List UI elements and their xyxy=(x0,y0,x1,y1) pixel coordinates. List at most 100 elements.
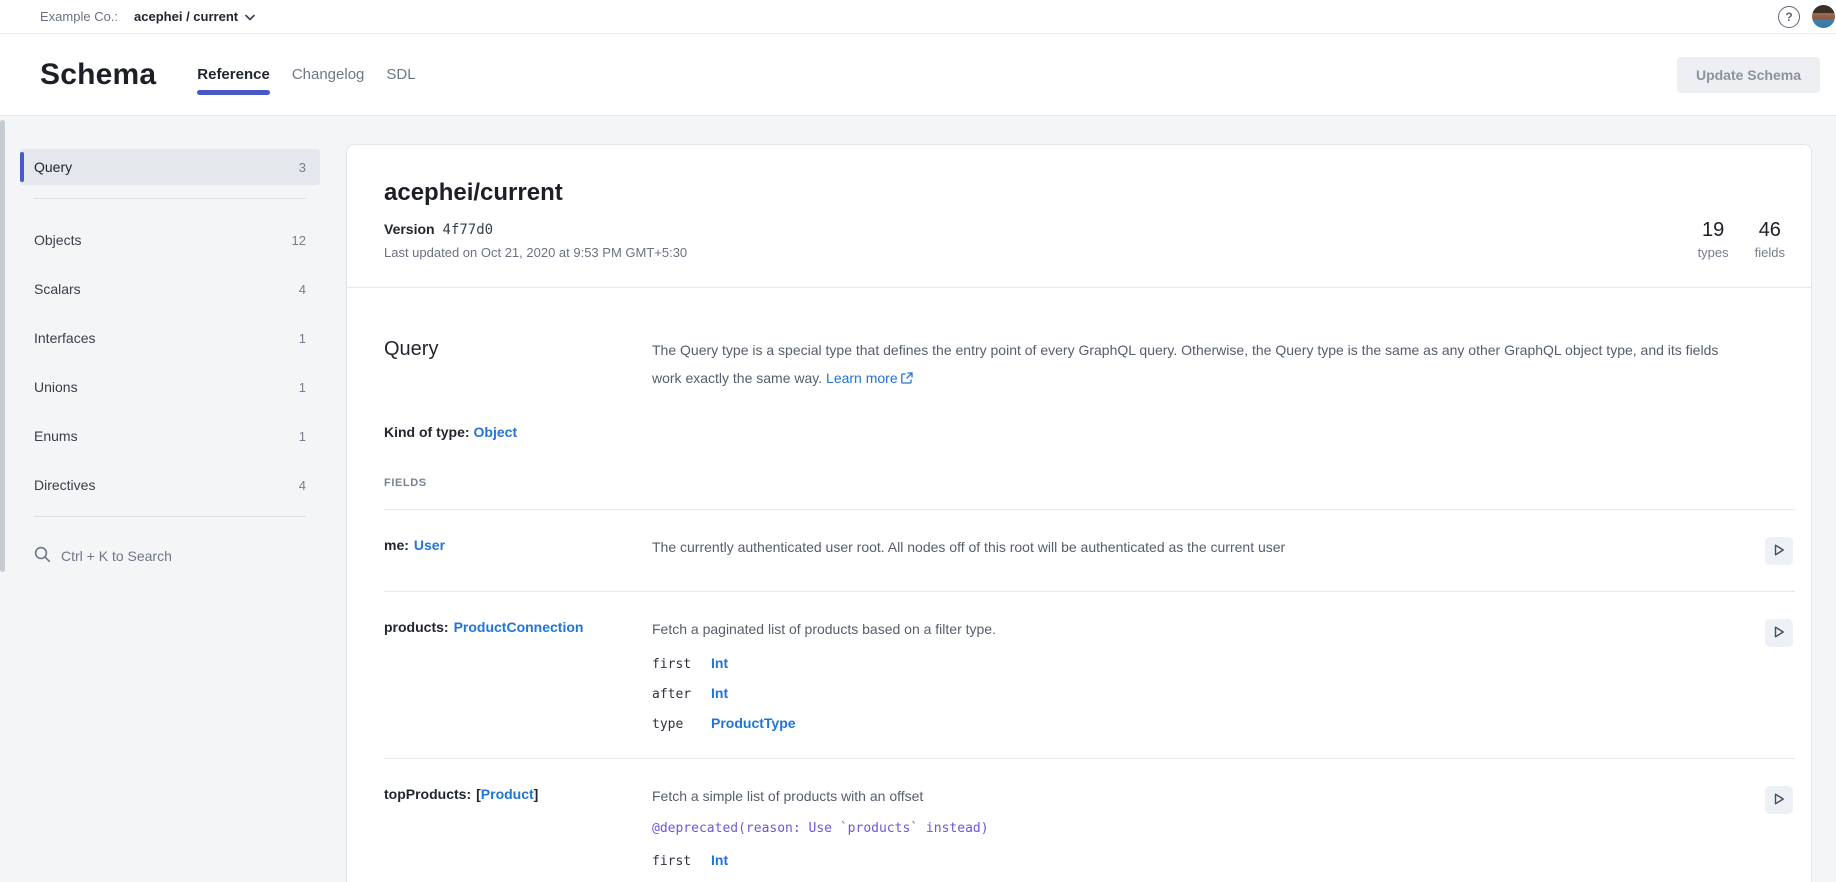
learn-more-link[interactable]: Learn more xyxy=(826,370,913,386)
field-row-products: products: ProductConnection Fetch a pagin… xyxy=(384,592,1795,759)
sidebar-item-unions[interactable]: Unions 1 xyxy=(20,369,320,405)
stat-types-value: 19 xyxy=(1698,219,1729,242)
field-description: The currently authenticated user root. A… xyxy=(652,537,1747,557)
play-icon xyxy=(1772,792,1786,809)
tab-changelog[interactable]: Changelog xyxy=(281,60,376,95)
schema-stats: 19 types 46 fields xyxy=(1698,219,1785,260)
sidebar-item-label: Directives xyxy=(34,477,95,493)
user-avatar[interactable] xyxy=(1812,5,1835,28)
page-title: Schema xyxy=(40,58,156,92)
search-hint: Ctrl + K to Search xyxy=(61,548,172,564)
arg-name: first xyxy=(652,854,711,869)
kind-value-link[interactable]: Object xyxy=(474,424,518,440)
field-description: Fetch a paginated list of products based… xyxy=(652,619,1747,639)
sidebar-item-objects[interactable]: Objects 12 xyxy=(20,222,320,258)
arg-row: type ProductType xyxy=(652,715,1747,732)
org-label: Example Co.: xyxy=(40,9,118,24)
arg-name: first xyxy=(652,657,711,672)
run-in-explorer-button[interactable] xyxy=(1765,537,1793,565)
sidebar-item-interfaces[interactable]: Interfaces 1 xyxy=(20,320,320,356)
field-name: products: xyxy=(384,619,449,635)
kind-of-type: Kind of type:Object xyxy=(384,424,1795,440)
sidebar-item-count: 3 xyxy=(299,160,306,175)
graph-summary: acephei/current Version 4f77d0 Last upda… xyxy=(347,145,1811,288)
field-type-link[interactable]: User xyxy=(414,537,445,553)
field-name: topProducts: xyxy=(384,786,471,802)
run-in-explorer-button[interactable] xyxy=(1765,619,1793,647)
schema-sidebar: Query 3 Objects 12 Scalars 4 Interfaces … xyxy=(20,116,320,881)
sidebar-item-count: 12 xyxy=(292,233,306,248)
chevron-down-icon xyxy=(245,9,255,24)
tab-sdl-label: SDL xyxy=(386,66,415,83)
arg-type-link[interactable]: Int xyxy=(711,852,728,868)
type-section-query: Query The Query type is a special type t… xyxy=(347,288,1811,882)
page-header: Schema Reference Changelog SDL Update Sc… xyxy=(0,34,1836,116)
sidebar-item-directives[interactable]: Directives 4 xyxy=(20,467,320,503)
field-type-link[interactable]: ProductConnection xyxy=(454,619,584,635)
run-in-explorer-button[interactable] xyxy=(1765,786,1793,814)
arg-row: after Int xyxy=(652,685,1747,702)
sidebar-item-count: 1 xyxy=(299,331,306,346)
arg-type-link[interactable]: Int xyxy=(711,685,728,701)
sidebar-item-count: 4 xyxy=(299,282,306,297)
sidebar-item-label: Unions xyxy=(34,379,78,395)
sidebar-item-query[interactable]: Query 3 xyxy=(20,149,320,185)
graph-selector-label: acephei / current xyxy=(134,9,238,24)
stat-types: 19 types xyxy=(1698,219,1729,260)
update-schema-button[interactable]: Update Schema xyxy=(1677,57,1820,93)
field-args: first Int after Int type ProductType xyxy=(652,655,1747,732)
play-icon xyxy=(1772,625,1786,642)
arg-row: first Int xyxy=(652,655,1747,672)
field-args: first Int xyxy=(652,852,1747,869)
type-name: Query xyxy=(384,338,652,393)
type-description-text: The Query type is a special type that de… xyxy=(652,342,1718,386)
version-label: Version xyxy=(384,221,435,237)
sidebar-divider xyxy=(34,516,306,517)
search-trigger[interactable]: Ctrl + K to Search xyxy=(20,540,320,572)
graph-selector-dropdown[interactable]: acephei / current xyxy=(134,9,255,24)
field-row-topproducts: topProducts:[Product] Fetch a simple lis… xyxy=(384,759,1795,882)
arg-type-link[interactable]: Int xyxy=(711,655,728,671)
sidebar-item-label: Objects xyxy=(34,232,81,248)
kind-label: Kind of type: xyxy=(384,424,470,440)
fields-heading: FIELDS xyxy=(384,477,1795,510)
stat-fields-label: fields xyxy=(1755,245,1785,260)
tab-reference-label: Reference xyxy=(197,66,270,83)
graph-title: acephei/current xyxy=(384,179,687,207)
last-updated: Last updated on Oct 21, 2020 at 9:53 PM … xyxy=(384,245,687,260)
arg-row: first Int xyxy=(652,852,1747,869)
version-value: 4f77d0 xyxy=(442,222,493,238)
sidebar-item-enums[interactable]: Enums 1 xyxy=(20,418,320,454)
schema-reference-card: acephei/current Version 4f77d0 Last upda… xyxy=(346,144,1812,882)
deprecated-annotation: @deprecated(reason: Use `products` inste… xyxy=(652,821,1747,836)
sidebar-item-scalars[interactable]: Scalars 4 xyxy=(20,271,320,307)
sidebar-item-count: 1 xyxy=(299,429,306,444)
field-description: Fetch a simple list of products with an … xyxy=(652,786,1747,806)
top-bar: Example Co.: acephei / current ? xyxy=(0,0,1836,34)
tab-sdl[interactable]: SDL xyxy=(375,60,426,95)
sidebar-item-label: Interfaces xyxy=(34,330,95,346)
stat-fields: 46 fields xyxy=(1755,219,1785,260)
type-description: The Query type is a special type that de… xyxy=(652,336,1747,393)
field-type-link[interactable]: Product xyxy=(481,786,534,802)
help-icon[interactable]: ? xyxy=(1778,6,1800,28)
page-body: Query 3 Objects 12 Scalars 4 Interfaces … xyxy=(0,116,1836,881)
arg-type-link[interactable]: ProductType xyxy=(711,715,796,731)
sidebar-item-label: Query xyxy=(34,159,72,175)
external-link-icon xyxy=(901,371,913,387)
stat-types-label: types xyxy=(1698,245,1729,260)
active-tab-underline xyxy=(197,90,270,95)
sidebar-item-label: Scalars xyxy=(34,281,81,297)
sidebar-item-label: Enums xyxy=(34,428,78,444)
tab-reference[interactable]: Reference xyxy=(186,60,281,95)
sidebar-scrollbar[interactable] xyxy=(0,120,5,572)
sidebar-item-count: 1 xyxy=(299,380,306,395)
tab-bar: Reference Changelog SDL xyxy=(186,60,426,95)
play-icon xyxy=(1772,543,1786,560)
field-name: me: xyxy=(384,537,409,553)
sidebar-divider xyxy=(34,198,306,199)
arg-name: type xyxy=(652,717,711,732)
tab-changelog-label: Changelog xyxy=(292,66,365,83)
field-row-me: me: User The currently authenticated user… xyxy=(384,510,1795,592)
stat-fields-value: 46 xyxy=(1755,219,1785,242)
